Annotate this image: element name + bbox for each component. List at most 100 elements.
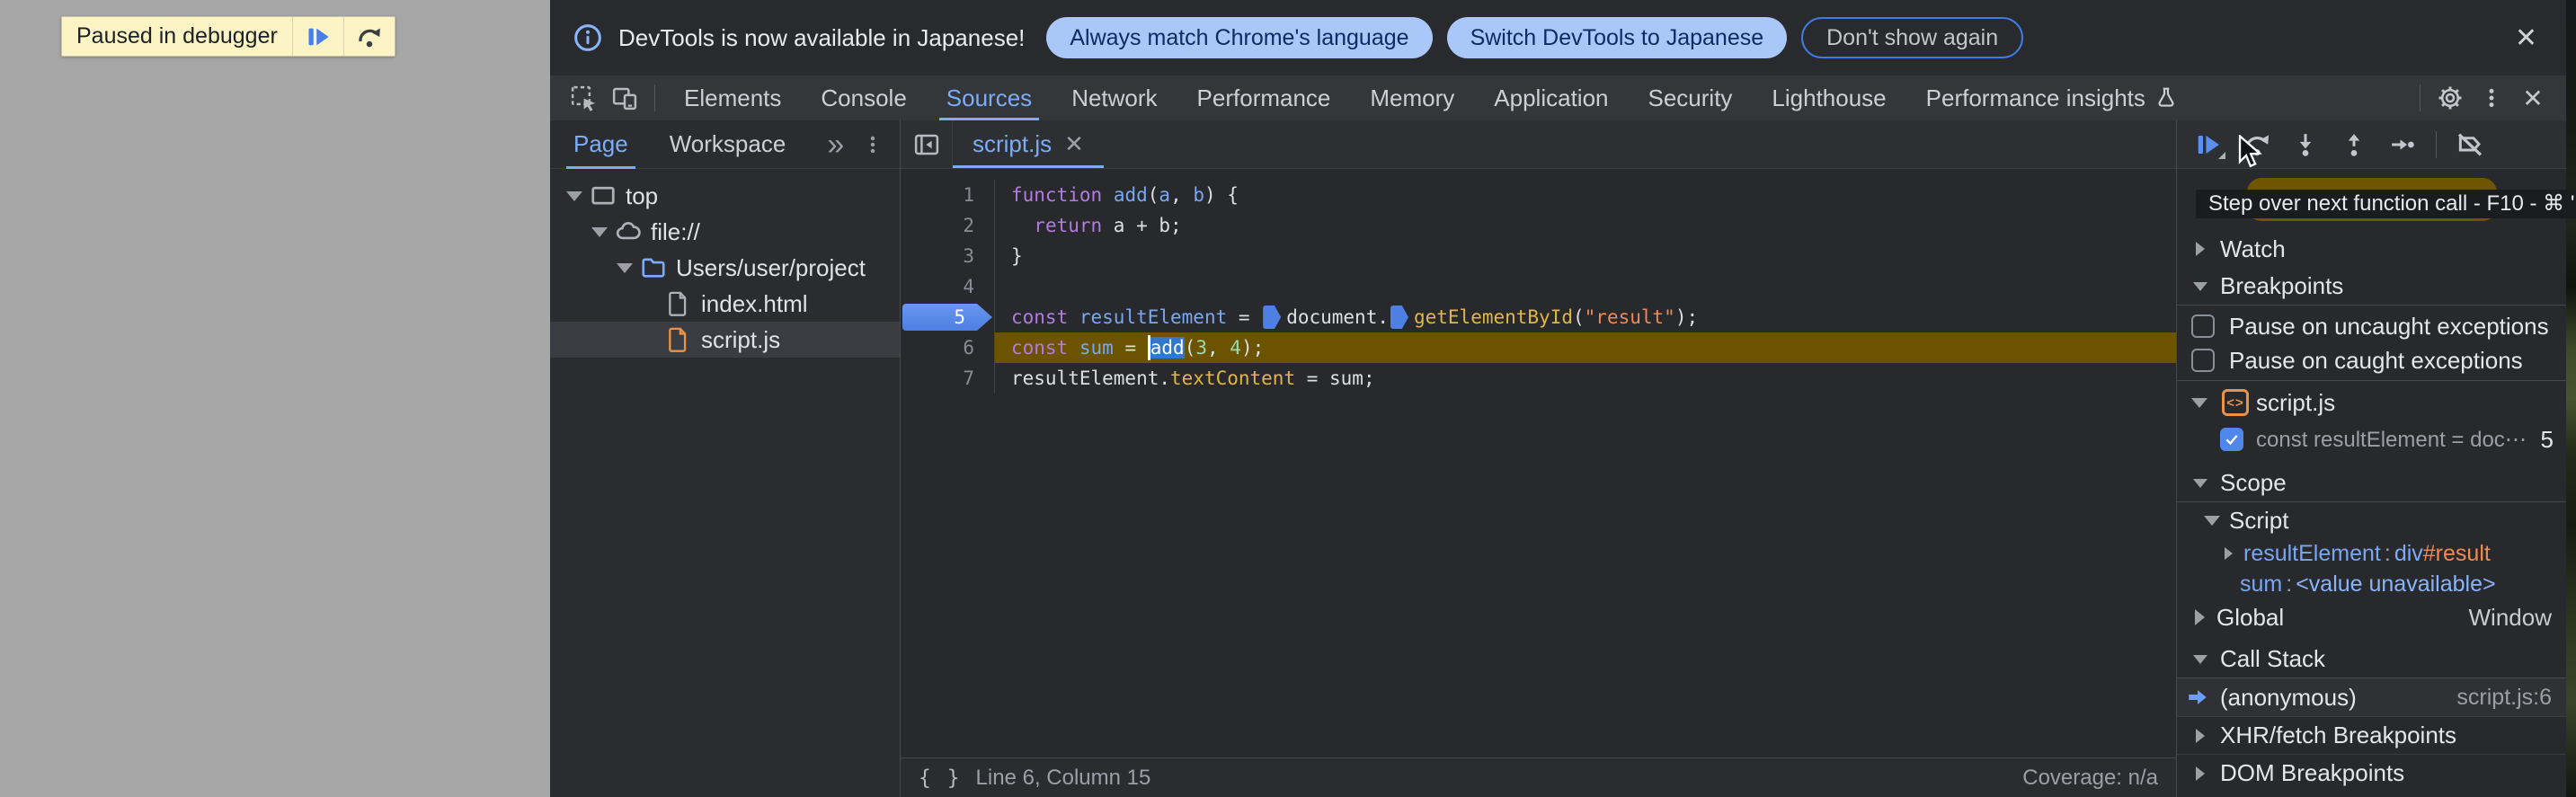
code-text[interactable]: const resultElement = document. getElemen… — [994, 302, 2176, 332]
line-number-gutter[interactable]: 4 — [901, 271, 994, 302]
watch-label: Watch — [2220, 235, 2286, 262]
step-into-button[interactable] — [2281, 124, 2330, 165]
code-line-2[interactable]: 2 return a + b; — [901, 210, 2176, 241]
line-number-gutter[interactable]: 2 — [901, 210, 994, 241]
tab-label: Sources — [946, 84, 1033, 111]
device-toolbar-button[interactable] — [604, 75, 645, 120]
section-watch[interactable]: Watch — [2177, 230, 2566, 268]
code-line-1[interactable]: 1 function add(a, b) { — [901, 180, 2176, 210]
inline-breakpoint-marker-icon[interactable] — [1263, 306, 1282, 329]
expand-triangle-icon[interactable] — [591, 226, 608, 237]
tab-security[interactable]: Security — [1629, 75, 1753, 120]
section-dom-breakpoints[interactable]: DOM Breakpoints — [2177, 754, 2566, 792]
step-over-badge-button[interactable] — [342, 17, 395, 56]
code-line-5[interactable]: 5 const resultElement = document. getEleme… — [901, 302, 2176, 332]
breakpoint-marker[interactable]: 5 — [902, 304, 992, 331]
more-options-kebab-icon[interactable] — [2471, 75, 2512, 120]
pause-caught-label: Pause on caught exceptions — [2229, 346, 2523, 374]
sources-panel: Page Workspace » top file:// Users/user/pr… — [550, 120, 2576, 797]
line-number-gutter[interactable]: 5 — [901, 302, 994, 332]
step-button[interactable] — [2378, 124, 2427, 165]
step-out-button[interactable] — [2330, 124, 2378, 165]
editor-tab-close-icon[interactable]: ✕ — [1064, 130, 1084, 158]
pause-uncaught-checkbox[interactable] — [2191, 314, 2215, 338]
tab-network[interactable]: Network — [1052, 75, 1177, 120]
tab-page[interactable]: Page — [566, 120, 635, 169]
infobar-action-1[interactable]: Switch DevTools to Japanese — [1446, 17, 1788, 58]
file-js-icon — [665, 326, 692, 353]
inspect-element-button[interactable] — [563, 75, 604, 120]
line-number-gutter[interactable]: 3 — [901, 241, 994, 271]
tree-item-users-user-project[interactable]: Users/user/project — [550, 250, 900, 286]
pretty-print-icon[interactable]: { } — [919, 766, 962, 790]
code-text[interactable]: return a + b; — [994, 210, 2176, 241]
code-line-3[interactable]: 3} — [901, 241, 2176, 271]
tab-application[interactable]: Application — [1474, 75, 1628, 120]
section-xhr-breakpoints[interactable]: XHR/fetch Breakpoints — [2177, 716, 2566, 754]
scope-var-resultelement[interactable]: resultElement: div #result — [2177, 538, 2566, 569]
deactivate-breakpoints-button[interactable] — [2446, 124, 2494, 165]
tab-label: Memory — [1370, 84, 1455, 111]
tab-memory[interactable]: Memory — [1350, 75, 1474, 120]
code-line-6[interactable]: 6 const sum = add(3, 4); — [901, 332, 2176, 363]
frame-name: (anonymous) — [2220, 683, 2357, 711]
tree-item-script-js[interactable]: script.js — [550, 322, 900, 358]
code-text[interactable]: } — [994, 241, 2176, 271]
infobar-action-2[interactable]: Don't show again — [1801, 17, 2024, 58]
tree-item-file-[interactable]: file:// — [550, 214, 900, 250]
scope-script-group[interactable]: Script — [2177, 502, 2566, 538]
scope-global-group[interactable]: Global Window — [2177, 599, 2566, 635]
tab-lighthouse[interactable]: Lighthouse — [1752, 75, 1905, 120]
line-number-gutter[interactable]: 6 — [901, 332, 994, 363]
tab-performance-insights[interactable]: Performance insights — [1906, 75, 2198, 120]
expand-triangle-icon[interactable] — [617, 262, 633, 273]
code-line-4[interactable]: 4 — [901, 271, 2176, 302]
global-value: Window — [2468, 603, 2552, 631]
code-text[interactable] — [994, 271, 2176, 302]
editor-status-bar: { } Line 6, Column 15 Coverage: n/a — [901, 757, 2176, 797]
breakpoint-entry[interactable]: const resultElement = doc⋯ 5 — [2177, 421, 2566, 457]
infobar-close-icon[interactable]: ✕ — [2509, 22, 2543, 54]
section-breakpoints[interactable]: Breakpoints — [2177, 268, 2566, 306]
editor-tab-scriptjs[interactable]: script.js ✕ — [953, 120, 1104, 168]
pause-caught-checkbox[interactable] — [2191, 349, 2215, 372]
mouse-cursor — [2236, 135, 2263, 169]
tab-console[interactable]: Console — [801, 75, 926, 120]
tree-item-index-html[interactable]: index.html — [550, 286, 900, 322]
cloud-icon — [615, 218, 642, 245]
resume-script-button[interactable] — [291, 17, 343, 56]
code-text[interactable]: resultElement. textContent = sum; — [994, 363, 2176, 394]
pause-caught-exceptions-row: Pause on caught exceptions — [2177, 343, 2566, 377]
scope-var-sum[interactable]: sum: <value unavailable> — [2177, 569, 2566, 599]
code-text[interactable]: const sum = add(3, 4); — [994, 332, 2176, 363]
tab-performance[interactable]: Performance — [1177, 75, 1351, 120]
hide-navigator-icon[interactable] — [901, 120, 953, 168]
line-number-gutter[interactable]: 7 — [901, 363, 994, 394]
code-editor[interactable]: 1 function add(a, b) {2 return a + b; 3} 4 5… — [901, 169, 2176, 757]
infobar-actions: Always match Chrome's language Switch Dev… — [1046, 17, 2024, 58]
devtools-close-icon[interactable]: ✕ — [2512, 75, 2554, 120]
section-call-stack[interactable]: Call Stack — [2177, 641, 2566, 678]
breakpoint-file-group[interactable]: <> script.js — [2177, 384, 2566, 421]
inline-breakpoint-marker-icon[interactable] — [1390, 306, 1408, 329]
more-tabs-icon[interactable]: » — [827, 129, 844, 160]
breakpoint-checkbox[interactable] — [2220, 428, 2243, 451]
resume-script-execution-button[interactable] — [2184, 124, 2233, 165]
editor-tab-label: script.js — [973, 130, 1053, 157]
settings-gear-icon[interactable] — [2429, 75, 2471, 120]
editor-tab-strip: script.js ✕ — [901, 120, 2176, 169]
var-value-id: #result — [2422, 540, 2491, 566]
tree-item-label: file:// — [651, 217, 700, 245]
navigator-menu-icon[interactable] — [862, 134, 884, 155]
infobar-action-0[interactable]: Always match Chrome's language — [1046, 17, 1433, 58]
code-line-7[interactable]: 7 resultElement. textContent = sum; — [901, 363, 2176, 394]
call-stack-frame[interactable]: (anonymous) script.js:6 — [2177, 678, 2566, 716]
tab-workspace[interactable]: Workspace — [670, 120, 786, 169]
expand-triangle-icon[interactable] — [566, 190, 582, 201]
tab-sources[interactable]: Sources — [927, 75, 1052, 120]
tab-elements[interactable]: Elements — [664, 75, 801, 120]
section-scope[interactable]: Scope — [2177, 465, 2566, 502]
line-number-gutter[interactable]: 1 — [901, 180, 994, 210]
code-text[interactable]: function add(a, b) { — [994, 180, 2176, 210]
tree-item-top[interactable]: top — [550, 178, 900, 214]
